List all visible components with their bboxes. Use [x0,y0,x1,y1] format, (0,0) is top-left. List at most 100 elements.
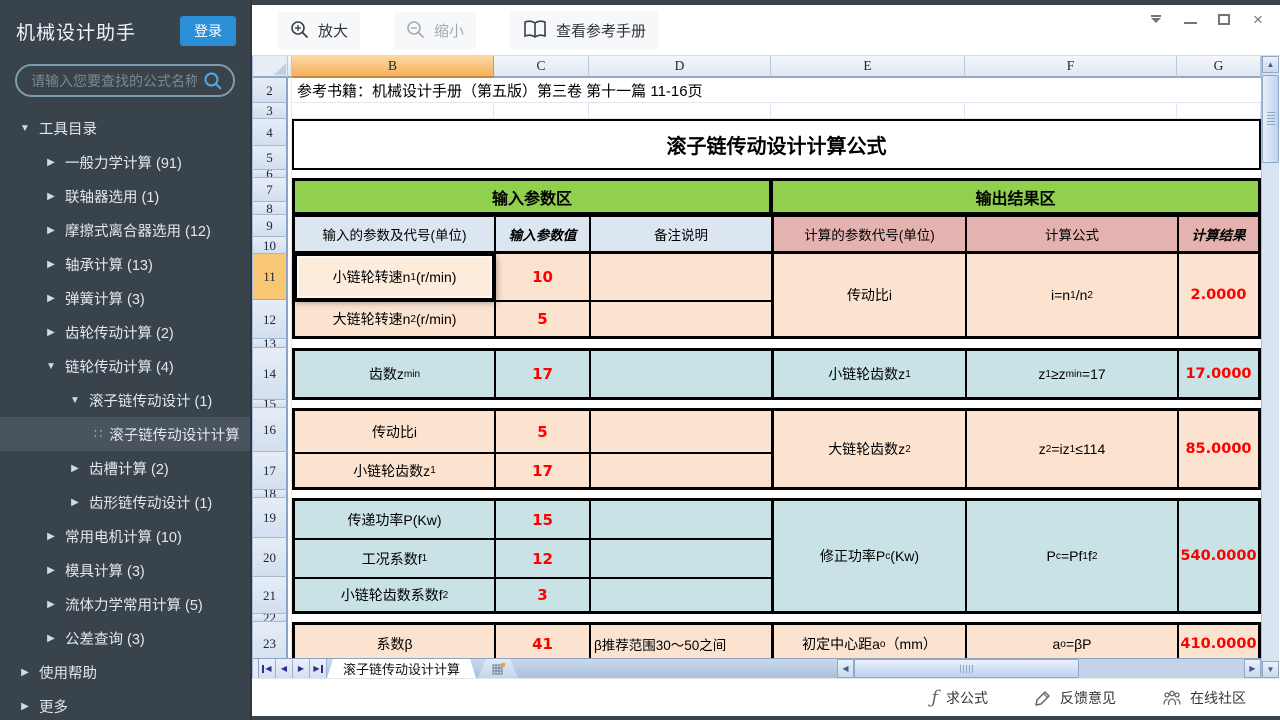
close-button[interactable]: × [1250,11,1266,27]
cell-b12[interactable]: 大链轮转速n2 (r/min) [292,300,494,339]
row-header-15[interactable]: 15 [253,400,288,408]
cell-f23[interactable]: ao=βP [965,622,1177,658]
tree-item-bearing[interactable]: ▶轴承计算 (13) [0,247,250,281]
cell-e19-merged[interactable]: 修正功率Pc(Kw) [771,498,965,614]
first-sheet-button[interactable]: ◀ [259,659,276,678]
tree-item-coupling[interactable]: ▶联轴器选用 (1) [0,179,250,213]
cell-b17[interactable]: 小链轮齿数z1 [292,452,494,490]
cell-c20[interactable]: 12 [494,538,589,577]
scroll-right-button[interactable]: ▶ [1244,659,1261,678]
last-sheet-button[interactable]: ▶ [310,659,327,678]
minimize-button[interactable] [1182,11,1198,27]
cell-e23[interactable]: 初定中心距ao（mm） [771,622,965,658]
row-header-16[interactable]: 16 [253,408,288,452]
column-header-d[interactable]: D [589,56,771,78]
input-zone-header[interactable]: 输入参数区 [292,178,771,215]
row-header-18[interactable]: 18 [253,490,288,498]
cell-g14[interactable]: 17.0000 [1177,348,1261,400]
tree-item-help[interactable]: ▶使用帮助 [0,655,250,689]
cell-d14[interactable] [589,348,771,400]
cell-e14[interactable]: 小链轮齿数z1 [771,348,965,400]
output-zone-header[interactable]: 输出结果区 [771,178,1261,215]
select-all-corner[interactable] [253,56,288,78]
cell-d12[interactable] [589,300,771,339]
row-header-17[interactable]: 17 [253,452,288,490]
column-header-b[interactable]: B [292,56,494,78]
cell-f11-merged[interactable]: i=n1/n2 [965,254,1177,339]
tree-item-more[interactable]: ▶更多 [0,689,250,720]
tree-item-tolerance-query[interactable]: ▶公差查询 (3) [0,621,250,655]
zoom-in-button[interactable]: 放大 [278,12,360,49]
cell-d17[interactable] [589,452,771,490]
header-output-param[interactable]: 计算的参数代号(单位) [771,215,965,254]
cell-c14[interactable]: 17 [494,348,589,400]
row-header-13[interactable]: 13 [253,339,288,348]
tree-item-tool-catalog[interactable]: ▼工具目录 [0,111,250,145]
feedback-button[interactable]: 反馈意见 [1034,688,1116,708]
cell-g23[interactable]: 410.0000 [1177,622,1261,658]
row-header-8[interactable]: 8 [253,202,288,215]
row-header-9[interactable]: 9 [253,215,288,237]
cell-d19[interactable] [589,498,771,538]
prev-sheet-button[interactable]: ◀ [276,659,293,678]
cell-c12[interactable]: 5 [494,300,589,339]
vertical-scroll-thumb[interactable] [1262,75,1279,163]
tree-item-friction-clutch[interactable]: ▶摩擦式离合器选用 (12) [0,213,250,247]
cell-c11[interactable]: 10 [494,254,589,300]
tree-item-spring[interactable]: ▶弹簧计算 (3) [0,281,250,315]
cell-c17[interactable]: 17 [494,452,589,490]
cell-c19[interactable]: 15 [494,498,589,538]
row-header-23[interactable]: 23 [253,622,288,658]
cell-d21[interactable] [589,577,771,614]
header-result[interactable]: 计算结果 [1177,215,1261,254]
cell-f16-merged[interactable]: z2=iz1≤114 [965,408,1177,490]
column-header-g[interactable]: G [1177,56,1261,78]
column-header-f[interactable]: F [965,56,1177,78]
cell-d11[interactable] [589,254,771,300]
row-header-6[interactable]: 6 [253,170,288,178]
cell-g16-merged[interactable]: 85.0000 [1177,408,1261,490]
active-sheet-tab[interactable]: 滚子链传动设计计算 [327,659,476,678]
skin-menu-button[interactable] [1148,11,1164,27]
column-header-c[interactable]: C [494,56,589,78]
tree-item-tooth-groove[interactable]: ▶齿槽计算 (2) [0,451,250,485]
vertical-scroll-track[interactable] [1262,163,1279,661]
cell-d20[interactable] [589,538,771,577]
cell-e11-merged[interactable]: 传动比i [771,254,965,339]
cell-c21[interactable]: 3 [494,577,589,614]
row-header-2[interactable]: 2 [253,78,288,103]
cell-f14[interactable]: z1≥zmin=17 [965,348,1177,400]
horizontal-scroll-thumb[interactable] [854,659,1079,678]
tree-item-roller-chain-calc-selected[interactable]: ∷滚子链传动设计计算 [0,417,250,451]
header-input-value[interactable]: 输入参数值 [494,215,589,254]
row-header-5[interactable]: 5 [253,146,288,170]
tree-item-motor-calc[interactable]: ▶常用电机计算 (10) [0,519,250,553]
sheet-main-title[interactable]: 滚子链传动设计计算公式 [292,119,1261,170]
login-button[interactable]: 登录 [180,16,236,46]
cell-b19[interactable]: 传递功率P(Kw) [292,498,494,538]
cell-c16[interactable]: 5 [494,408,589,452]
row-header-4[interactable]: 4 [253,119,288,146]
tree-item-silent-chain[interactable]: ▶齿形链传动设计 (1) [0,485,250,519]
cell-b21[interactable]: 小链轮齿数系数f2 [292,577,494,614]
tree-item-general-mechanics[interactable]: ▶一般力学计算 (91) [0,145,250,179]
ask-formula-button[interactable]: ƒ 求公式 [931,687,988,708]
tree-item-fluid-mechanics[interactable]: ▶流体力学常用计算 (5) [0,587,250,621]
scroll-left-button[interactable]: ◀ [837,659,854,678]
cell-g19-merged[interactable]: 540.0000 [1177,498,1261,614]
zoom-out-button[interactable]: 缩小 [394,12,476,49]
row-header-10[interactable]: 10 [253,237,288,254]
cell-b16[interactable]: 传动比i [292,408,494,452]
next-sheet-button[interactable]: ▶ [293,659,310,678]
cell-c23[interactable]: 41 [494,622,589,658]
maximize-button[interactable] [1216,11,1232,27]
header-formula[interactable]: 计算公式 [965,215,1177,254]
tree-item-sprocket-drive[interactable]: ▼链轮传动计算 (4) [0,349,250,383]
cell-b14[interactable]: 齿数zmin [292,348,494,400]
community-button[interactable]: 在线社区 [1162,688,1246,708]
tree-item-roller-chain-design[interactable]: ▼滚子链传动设计 (1) [0,383,250,417]
cell-b23[interactable]: 系数β [292,622,494,658]
header-note[interactable]: 备注说明 [589,215,771,254]
cell-g11-merged[interactable]: 2.0000 [1177,254,1261,339]
tree-item-gear-drive[interactable]: ▶齿轮传动计算 (2) [0,315,250,349]
